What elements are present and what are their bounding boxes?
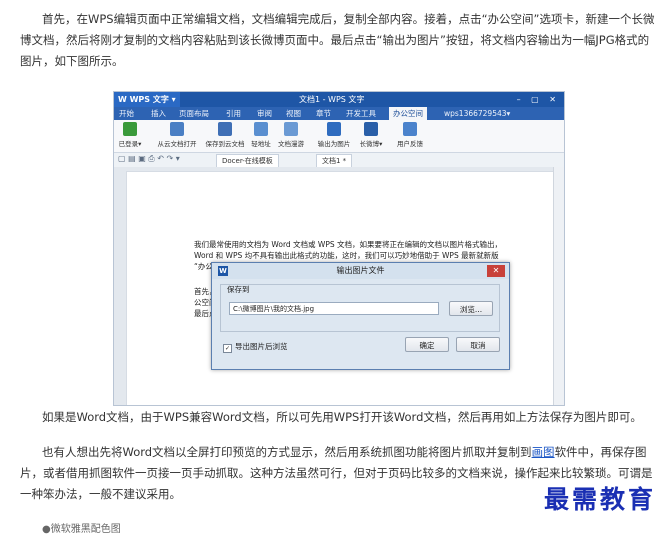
vertical-scrollbar[interactable] xyxy=(553,167,564,405)
browse-button[interactable]: 浏览... xyxy=(449,301,493,316)
ribbon-export-image[interactable]: 输出为图片 xyxy=(317,122,351,148)
ribbon-open-cloud[interactable]: 从云文档打开 xyxy=(154,122,200,148)
menu-item-layout[interactable]: 页面布局 xyxy=(179,107,209,120)
ribbon-save-cloud[interactable]: 保存到云文档 xyxy=(202,122,248,148)
menu-item-review[interactable]: 审阅 xyxy=(257,107,272,120)
link-icon xyxy=(254,122,268,136)
ribbon-roaming[interactable]: 文档漫游 xyxy=(275,122,307,148)
menu-item-reference[interactable]: 引用 xyxy=(226,107,241,120)
wps-titlebar: W WPS 文字 ▾ 文档1 - WPS 文字 – ▢ ✕ xyxy=(114,92,564,107)
wps-window-title: 文档1 - WPS 文字 xyxy=(299,95,365,104)
wps-menubar: 开始 插入 页面布局 引用 审阅 视图 章节 开发工具 办公空间 wps1366… xyxy=(114,107,564,120)
weibo-icon xyxy=(364,122,378,136)
wps-app-button[interactable]: W WPS 文字 ▾ xyxy=(114,92,180,107)
doc-line-2: Word 和 WPS 均不具有输出此格式的功能，这时，我们可以巧妙地借助于 WP… xyxy=(194,251,499,260)
menu-item-insert[interactable]: 插入 xyxy=(151,107,166,120)
quick-access-icons[interactable]: ▢ ▤ ▣ ⎙ ↶ ↷ ▾ xyxy=(118,154,180,164)
paint-link[interactable]: 画图 xyxy=(532,445,555,459)
tab-docer[interactable]: Docer-在线模板 xyxy=(216,154,279,167)
export-image-dialog: W 输出图片文件 ✕ 保存到 C:\微博图片\我的文档.jpg 浏览... ✓ 导… xyxy=(211,262,510,370)
doc-line-1: 我们最常使用的文档为 Word 文档或 WPS 文档，如果要将正在编辑的文档以图… xyxy=(194,240,503,249)
wps-window-controls[interactable]: – ▢ ✕ xyxy=(517,92,560,107)
folder-cloud-icon xyxy=(170,122,184,136)
paragraph-cut: ●微软雅黑配色图 xyxy=(42,524,121,535)
menu-item-start[interactable]: 开始 xyxy=(119,107,134,120)
ribbon-short-url[interactable]: 轻地址 xyxy=(250,122,272,148)
checkbox-label: 导出图片后浏览 xyxy=(235,342,288,351)
ok-button[interactable]: 确定 xyxy=(405,337,449,352)
ribbon-long-weibo[interactable]: 长微博▾ xyxy=(357,122,385,148)
save-cloud-icon xyxy=(218,122,232,136)
dialog-title: 输出图片文件 xyxy=(336,266,385,275)
save-path-input[interactable]: C:\微博图片\我的文档.jpg xyxy=(229,302,439,315)
feedback-icon xyxy=(403,122,417,136)
ribbon-login[interactable]: 已登录▾ xyxy=(118,122,142,148)
menu-item-chapter[interactable]: 章节 xyxy=(316,107,331,120)
wps-ribbon: 已登录▾ 从云文档打开 保存到云文档 轻地址 文档漫游 输出为图片 长微博▾ 用… xyxy=(114,120,564,153)
menu-item-office-space[interactable]: 办公空间 xyxy=(389,107,427,120)
browse-after-export-checkbox[interactable]: ✓ 导出图片后浏览 xyxy=(223,341,288,353)
checkbox-mark: ✓ xyxy=(223,344,232,353)
paragraph-intro: 首先，在WPS编辑页面中正常编辑文档，文档编辑完成后，复制全部内容。接着，点击“… xyxy=(20,12,655,68)
ribbon-feedback[interactable]: 用户反馈 xyxy=(396,122,424,148)
save-to-label: 保存到 xyxy=(227,285,250,294)
menu-item-devtools[interactable]: 开发工具 xyxy=(346,107,376,120)
roaming-icon xyxy=(284,122,298,136)
watermark-text: 最需教育 xyxy=(544,485,657,514)
close-icon[interactable]: ✕ xyxy=(487,265,505,277)
cancel-button[interactable]: 取消 xyxy=(456,337,500,352)
tab-document1[interactable]: 文档1 * xyxy=(316,154,353,167)
paragraph-word: 如果是Word文档，由于WPS兼容Word文档，所以可先用WPS打开该Word文… xyxy=(42,410,642,424)
export-image-icon xyxy=(327,122,341,136)
save-to-group: 保存到 C:\微博图片\我的文档.jpg 浏览... xyxy=(220,284,500,332)
menu-item-view[interactable]: 视图 xyxy=(286,107,301,120)
wps-tab-bar: ▢ ▤ ▣ ⎙ ↶ ↷ ▾ Docer-在线模板 文档1 * xyxy=(114,153,564,168)
dialog-titlebar: W 输出图片文件 ✕ xyxy=(212,263,509,279)
menu-user[interactable]: wps1366729543▾ xyxy=(444,107,510,120)
login-icon xyxy=(123,122,137,136)
